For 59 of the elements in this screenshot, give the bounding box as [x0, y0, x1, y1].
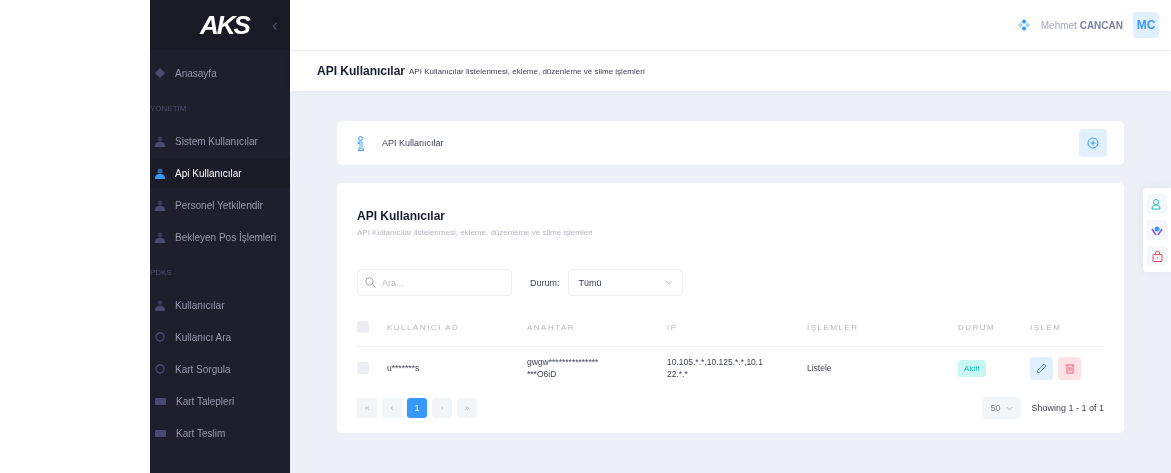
column-header: İŞLEMLER: [807, 322, 860, 332]
search-icon: [365, 277, 376, 288]
table-cell-text: gwgw*************** ***O6iD: [527, 355, 600, 381]
toolbar-button[interactable]: [1147, 246, 1167, 266]
apps-icon[interactable]: [1016, 18, 1031, 32]
sidebar-item[interactable]: Personel Yetkilendir: [150, 190, 290, 220]
card-title: API Kullanıcılar: [382, 138, 445, 148]
sidebar-item[interactable]: Kart Teslim: [150, 418, 290, 448]
sidebar-item[interactable]: Kart Sorgula: [150, 354, 290, 384]
toolbar-button[interactable]: [1147, 220, 1167, 240]
table-cell-text: Listele: [807, 361, 833, 375]
column-header: ANAHTAR: [527, 322, 577, 332]
user-name[interactable]: Mehmet CANCAN: [1040, 19, 1123, 31]
person-icon: [1151, 198, 1163, 210]
card-description: API Kullanıcılar listelenmesi, ekleme, düzenleme ve silme işlemleri: [357, 228, 594, 237]
logo: AKS: [200, 9, 249, 41]
circle-icon: [155, 364, 165, 374]
table-cell-text: u*******s: [387, 361, 421, 375]
page-title: API Kullanıcılar: [317, 64, 406, 78]
card-title: API Kullanıcılar: [357, 209, 447, 223]
person-icon: [155, 135, 165, 147]
diamond-icon: [155, 68, 165, 78]
column-header: DURUM: [958, 322, 997, 332]
delete-button[interactable]: [1058, 356, 1081, 380]
lock-icon: [1151, 250, 1163, 262]
search-field[interactable]: Ara...: [357, 269, 512, 296]
pencil-icon: [1036, 362, 1047, 374]
sidebar-item[interactable]: Kart Talepleri: [150, 386, 290, 416]
sidebar-item[interactable]: Kullanıcılar: [150, 290, 290, 320]
filter-label: Durum:: [530, 277, 560, 288]
showing-text: Showing 1 - 1 of 1: [1031, 403, 1104, 413]
toolbar-button[interactable]: [1147, 194, 1167, 214]
page-description: API Kullanıcılar listelenmesi, ekleme, düzenleme ve silme işlemleri: [409, 66, 645, 76]
sidebar-item[interactable]: Api Kullanıcılar: [150, 158, 290, 188]
sidebar-item[interactable]: Bekleyen Pos İşlemleri: [150, 222, 290, 252]
person-icon: [155, 167, 165, 179]
sidebar-item[interactable]: Anasayfa: [150, 58, 290, 88]
card-icon: [155, 397, 166, 405]
page-size-select[interactable]: 50: [982, 397, 1022, 419]
status-badge: Aktif: [958, 359, 986, 377]
sidebar-item[interactable]: Kullanıcı Ara: [150, 322, 290, 352]
person-icon: [155, 299, 165, 311]
column-header: KULLANICI AD: [387, 322, 461, 332]
circle-icon: [155, 332, 165, 342]
status-select[interactable]: Tümü: [567, 269, 683, 296]
person-icon: [155, 199, 165, 211]
edit-button[interactable]: [1030, 356, 1053, 380]
hands-icon: [1151, 224, 1163, 236]
column-header: İŞLEM: [1030, 322, 1063, 332]
card-icon: [155, 429, 166, 437]
table-cell-text: 10.105.*.*,10.125.*.*,10.1 22.*.*: [667, 355, 764, 381]
person-icon: [155, 231, 165, 243]
add-button[interactable]: [1079, 129, 1107, 157]
chevron-down-icon: [664, 280, 672, 285]
info-icon: [357, 135, 364, 151]
chevron-down-icon: [1006, 405, 1014, 411]
sidebar-item[interactable]: Sistem Kullanıcılar: [150, 126, 290, 156]
trash-icon: [1064, 362, 1075, 374]
plus-circle-icon: [1087, 137, 1099, 149]
